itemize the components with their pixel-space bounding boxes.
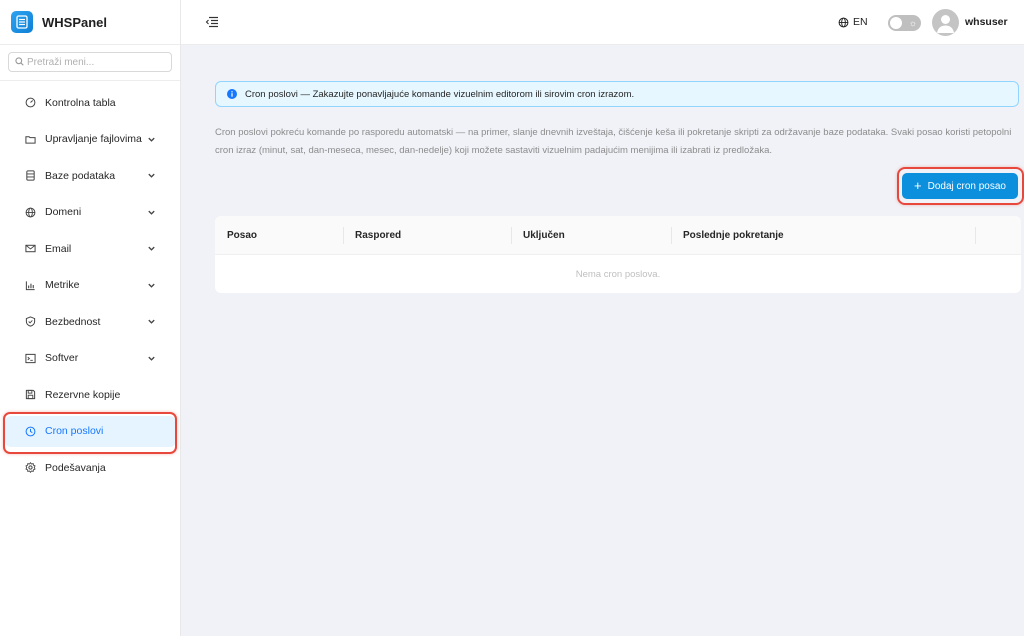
table-header: Posao Raspored Uključen Poslednje pokret… [215, 216, 1021, 255]
sidebar-item-label: Upravljanje fajlovima [45, 133, 142, 145]
column-header-poslednje-pokretanje[interactable]: Poslednje pokretanje [683, 230, 784, 241]
sidebar-item-metrike[interactable]: Metrike [5, 270, 176, 301]
menu-fold-icon[interactable] [205, 16, 219, 28]
top-header: EN ☼ whsuser [181, 0, 1024, 45]
column-header-raspored[interactable]: Raspored [355, 230, 401, 241]
language-label: EN [853, 16, 868, 28]
sidebar-item-podesavanja[interactable]: Podešavanja [5, 452, 176, 483]
table-empty-row: Nema cron poslova. [215, 255, 1021, 293]
mail-icon [24, 243, 36, 255]
sun-icon: ☼ [908, 18, 917, 28]
column-header-ukljucen[interactable]: Uključen [523, 230, 565, 241]
alert-text: Cron poslovi — Zakazujte ponavljajuće ko… [245, 88, 635, 100]
sidebar-item-label: Domeni [45, 206, 82, 218]
column-divider [671, 227, 672, 244]
database-icon [24, 170, 36, 182]
column-divider [343, 227, 344, 244]
bar-chart-icon [24, 279, 36, 291]
sidebar-item-rezervne-kopije[interactable]: Rezervne kopije [5, 379, 176, 410]
chevron-down-icon[interactable] [147, 244, 156, 253]
sidebar-item-baze-podataka[interactable]: Baze podataka [5, 160, 176, 191]
chevron-down-icon[interactable] [147, 281, 156, 290]
chevron-down-icon[interactable] [147, 171, 156, 180]
theme-toggle[interactable]: ☼ [888, 15, 921, 31]
sidebar-item-label: Baze podataka [45, 169, 116, 182]
sidebar-item-label: Email [45, 242, 72, 255]
sidebar-item-bezbednost[interactable]: Bezbednost [5, 306, 176, 337]
menu-search[interactable] [8, 52, 172, 72]
search-input[interactable] [27, 56, 157, 68]
info-alert: Cron poslovi — Zakazujte ponavljajuće ko… [215, 81, 1019, 107]
chevron-down-icon[interactable] [147, 354, 156, 363]
sidebar-item-email[interactable]: Email [5, 233, 176, 264]
highlight-add-button [897, 167, 1024, 205]
search-icon [15, 53, 24, 71]
avatar[interactable] [932, 9, 959, 36]
page-description: Cron poslovi pokreću komande po raspored… [215, 127, 1012, 156]
language-switcher[interactable]: EN [838, 16, 868, 28]
brand-name: WHSPanel [42, 14, 108, 30]
menu-search-wrap [0, 45, 180, 81]
chevron-down-icon[interactable] [147, 135, 156, 144]
column-divider [511, 227, 512, 244]
empty-text: Nema cron poslova. [575, 268, 661, 280]
username[interactable]: whsuser [965, 16, 1008, 28]
sidebar-item-label: Podešavanja [45, 461, 106, 474]
globe-icon [838, 17, 849, 27]
dashboard-icon [24, 97, 36, 109]
sidebar-item-label: Rezervne kopije [45, 388, 121, 401]
info-icon [227, 89, 237, 99]
server-icon [11, 11, 33, 33]
brand[interactable]: WHSPanel [0, 0, 180, 45]
sidebar-item-kontrolna-tabla[interactable]: Kontrolna tabla [5, 87, 176, 118]
chevron-down-icon[interactable] [147, 317, 156, 326]
terminal-icon [24, 352, 36, 364]
cron-jobs-table: Posao Raspored Uključen Poslednje pokret… [215, 216, 1021, 293]
highlight-cron-poslovi [3, 412, 177, 454]
sidebar: WHSPanel Kontrolna tabla Upravljanje faj… [0, 0, 181, 636]
shield-icon [24, 316, 36, 328]
user-icon [937, 15, 954, 33]
toggle-knob [890, 17, 902, 29]
chevron-down-icon[interactable] [147, 208, 156, 217]
sidebar-item-softver[interactable]: Softver [5, 343, 176, 374]
sidebar-item-label: Softver [45, 352, 79, 364]
sidebar-item-label: Metrike [45, 279, 80, 291]
globe-icon [24, 206, 36, 218]
save-icon [24, 389, 36, 401]
sidebar-item-label: Bezbednost [45, 315, 101, 328]
column-header-posao[interactable]: Posao [227, 230, 257, 241]
column-divider [975, 227, 976, 244]
sidebar-item-label: Kontrolna tabla [45, 96, 116, 109]
sidebar-item-upravljanje-fajlovima[interactable]: Upravljanje fajlovima [5, 124, 176, 155]
sidebar-item-domeni[interactable]: Domeni [5, 197, 176, 228]
folder-icon [24, 133, 36, 145]
settings-icon [24, 462, 36, 474]
